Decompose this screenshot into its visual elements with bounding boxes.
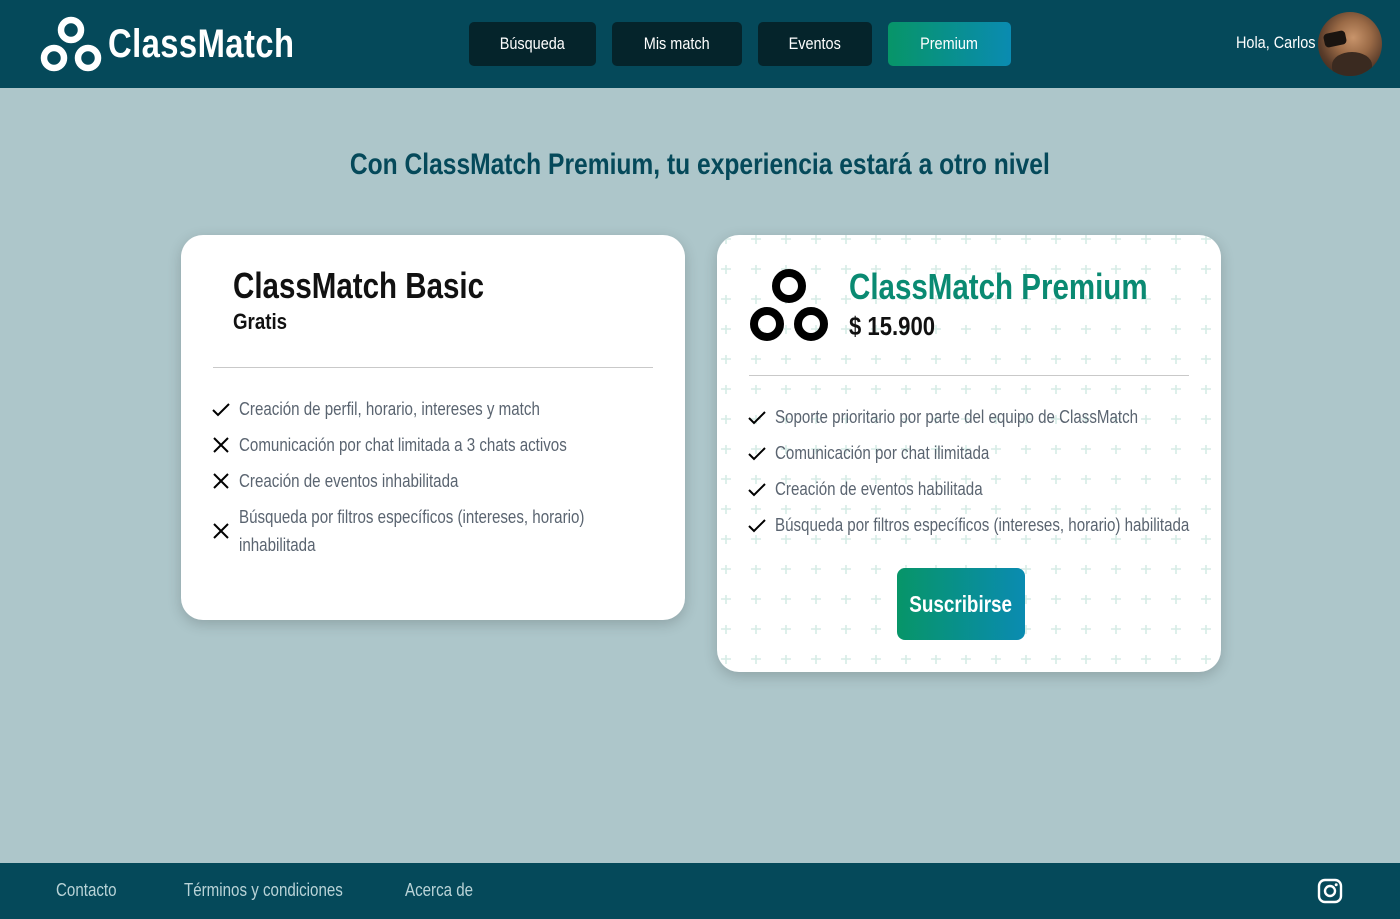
brand-name: ClassMatch	[108, 21, 295, 66]
premium-plan-price: $ 15.900	[849, 311, 936, 341]
check-icon	[748, 519, 766, 533]
subscribe-button-label: Suscribirse	[909, 590, 1013, 617]
basic-plan-price: Gratis	[233, 309, 288, 334]
avatar-beard	[1332, 52, 1372, 76]
page-headline: Con ClassMatch Premium, tu experiencia e…	[0, 148, 1400, 182]
nav-mis-match-button[interactable]: Mis match	[612, 22, 742, 66]
cross-icon	[213, 473, 229, 489]
avatar-eyepatch	[1322, 29, 1348, 49]
nav-mis-match-label: Mis match	[644, 34, 710, 53]
user-greeting: Hola, Carlos	[1236, 33, 1316, 52]
premium-feature-item: Creación de eventos habilitada	[747, 475, 1022, 503]
basic-feature-item: Creación de eventos inhabilitada	[211, 467, 500, 495]
nav-premium-label: Premium	[920, 34, 979, 53]
basic-feature-item: Búsqueda por filtros específicos (intere…	[211, 503, 650, 559]
nav-busqueda-label: Búsqueda	[499, 34, 566, 53]
basic-feature-item: Comunicación por chat limitada a 3 chats…	[211, 431, 629, 459]
basic-feature-text: Búsqueda por filtros específicos (intere…	[239, 503, 584, 559]
basic-feature-text-line1: Búsqueda por filtros específicos (intere…	[239, 507, 585, 527]
premium-feature-item: Comunicación por chat ilimitada	[747, 439, 1030, 467]
check-icon	[748, 483, 766, 497]
premium-feature-text: Soporte prioritario por parte del equipo…	[775, 407, 1139, 427]
premium-divider	[749, 375, 1189, 376]
footer-link-contacto[interactable]: Contacto	[56, 880, 117, 901]
basic-feature-text-line2: inhabilitada	[239, 535, 316, 555]
brand-logo-link[interactable]: ClassMatch	[40, 14, 335, 74]
cross-icon	[213, 523, 229, 539]
user-avatar[interactable]	[1318, 12, 1382, 76]
premium-feature-text: Creación de eventos habilitada	[775, 479, 983, 499]
subscribe-button[interactable]: Suscribirse	[897, 568, 1025, 640]
plan-card-basic: ClassMatch Basic Gratis Creación de perf…	[181, 235, 685, 620]
top-navbar: ClassMatch Búsqueda Mis match Eventos Pr…	[0, 0, 1400, 88]
nav-busqueda-button[interactable]: Búsqueda	[469, 22, 596, 66]
nav-eventos-button[interactable]: Eventos	[758, 22, 872, 66]
classmatch-logo-icon	[40, 14, 102, 74]
instagram-icon[interactable]	[1317, 878, 1343, 904]
check-icon	[748, 411, 766, 425]
premium-feature-text: Comunicación por chat ilimitada	[775, 443, 990, 463]
premium-feature-item: Búsqueda por filtros específicos (intere…	[747, 511, 1268, 539]
basic-feature-text: Creación de eventos inhabilitada	[239, 471, 459, 491]
footer-link-terminos[interactable]: Términos y condiciones	[184, 880, 343, 901]
check-icon	[212, 403, 230, 417]
premium-feature-text: Búsqueda por filtros específicos (intere…	[775, 515, 1190, 535]
check-icon	[748, 447, 766, 461]
classmatch-logo-icon	[749, 267, 829, 352]
premium-plan-title: ClassMatch Premium	[849, 266, 1148, 307]
cross-icon	[213, 437, 229, 453]
plan-card-premium: ClassMatch Premium $ 15.900 Soporte prio…	[717, 235, 1221, 672]
nav-eventos-label: Eventos	[788, 34, 842, 53]
page-headline-text: Con ClassMatch Premium, tu experiencia e…	[350, 148, 1050, 181]
premium-feature-item: Soporte prioritario por parte del equipo…	[747, 403, 1207, 431]
basic-feature-item: Creación de perfil, horario, intereses y…	[211, 395, 597, 423]
basic-feature-text: Creación de perfil, horario, intereses y…	[239, 399, 540, 419]
basic-divider	[213, 367, 653, 368]
footer: Contacto Términos y condiciones Acerca d…	[0, 863, 1400, 919]
nav-premium-button[interactable]: Premium	[888, 22, 1011, 66]
basic-feature-text: Comunicación por chat limitada a 3 chats…	[239, 435, 567, 455]
footer-link-acerca-de[interactable]: Acerca de	[405, 880, 473, 901]
basic-plan-title: ClassMatch Basic	[233, 265, 485, 306]
